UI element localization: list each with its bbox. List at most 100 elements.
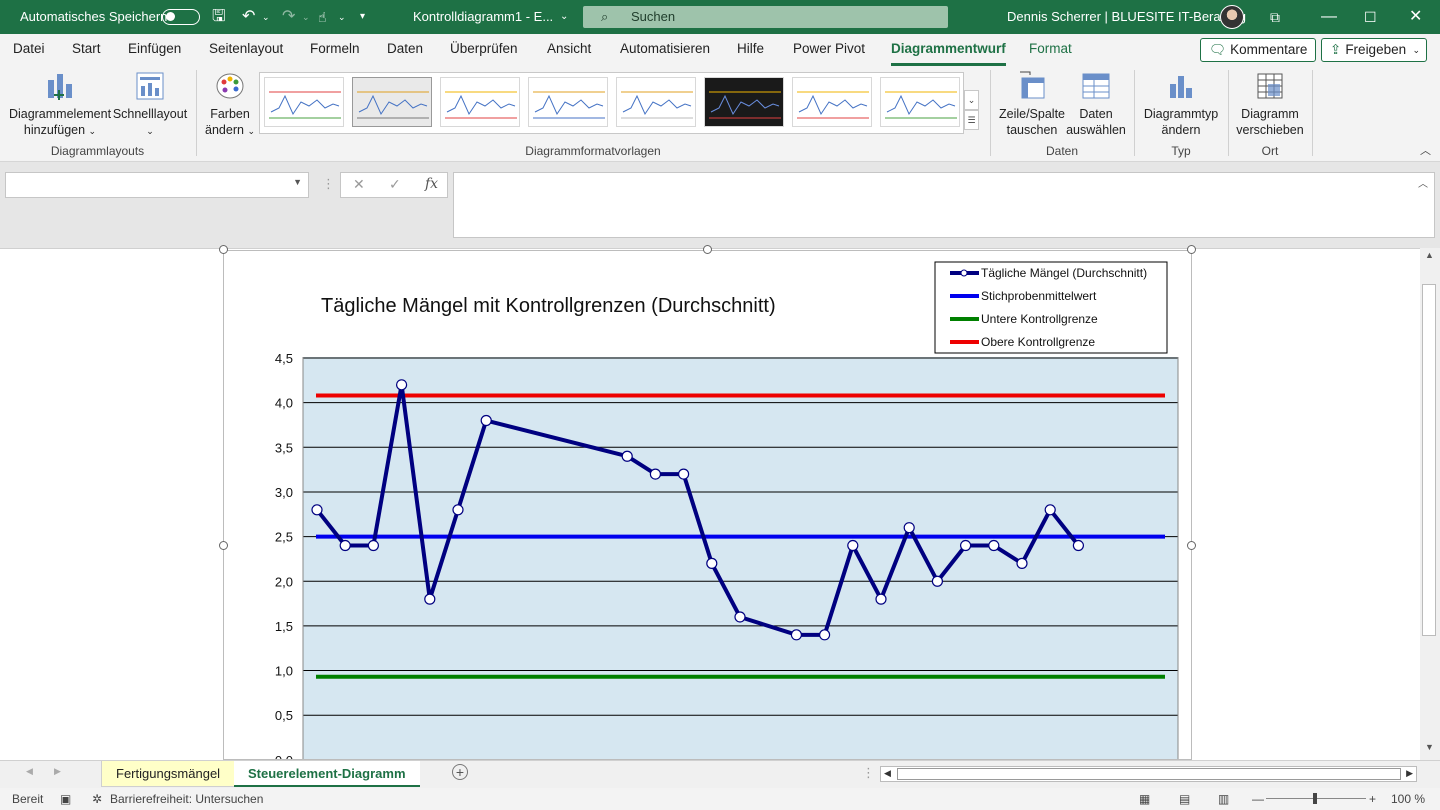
resize-handle[interactable] (703, 245, 712, 254)
chart-style-7[interactable] (792, 77, 872, 127)
close-icon[interactable]: ✕ (1409, 0, 1422, 34)
tab-hilfe[interactable]: Hilfe (737, 34, 764, 66)
data-point[interactable] (424, 593, 436, 605)
change-colors-button[interactable]: Farben ändern ⌄ (202, 70, 258, 139)
formula-bar-grip-icon[interactable]: ⋮ (322, 176, 335, 192)
zoom-slider-thumb[interactable] (1313, 793, 1317, 804)
touch-mode-icon[interactable]: ☝ (318, 0, 327, 34)
data-point[interactable] (790, 629, 803, 641)
insert-function-icon[interactable]: fx (425, 176, 438, 192)
zoom-out-icon[interactable]: — (1252, 792, 1264, 806)
tab-seitenlayout[interactable]: Seitenlayout (209, 34, 283, 66)
macro-record-icon[interactable]: ▣ (60, 792, 71, 806)
scroll-down-icon[interactable]: ▼ (1425, 742, 1434, 752)
tab-einfuegen[interactable]: Einfügen (128, 34, 181, 66)
zoom-level[interactable]: 100 % (1391, 792, 1425, 806)
data-point[interactable] (311, 504, 323, 516)
save-icon[interactable]: 🖫 (212, 0, 226, 34)
data-point[interactable] (706, 557, 718, 569)
search-input[interactable]: ⌕ Suchen (583, 6, 948, 28)
data-point[interactable] (649, 468, 661, 480)
resize-handle[interactable] (219, 541, 228, 550)
plot-area[interactable] (303, 357, 1178, 759)
tab-format[interactable]: Format (1029, 34, 1072, 66)
scroll-thumb[interactable] (1422, 284, 1436, 636)
undo-icon[interactable]: ↶ (242, 0, 255, 34)
customize-quick-access-icon[interactable]: ▾ (360, 0, 365, 34)
add-sheet-icon[interactable]: + (452, 764, 468, 780)
select-data-button[interactable]: Daten auswählen (1066, 70, 1126, 138)
data-point[interactable] (452, 504, 464, 516)
resize-handle[interactable] (1187, 245, 1196, 254)
tab-ansicht[interactable]: Ansicht (547, 34, 591, 66)
data-point[interactable] (396, 379, 408, 391)
data-point[interactable] (818, 629, 831, 641)
cancel-formula-icon[interactable]: ✕ (353, 176, 365, 193)
data-point[interactable] (621, 450, 633, 462)
name-box-dropdown-icon[interactable]: ▼ (293, 177, 302, 187)
horizontal-scrollbar[interactable]: ◀ ▶ (880, 766, 1417, 782)
tab-formeln[interactable]: Formeln (310, 34, 360, 66)
prev-sheet-icon[interactable]: ◀ (26, 766, 33, 777)
scroll-left-icon[interactable]: ◀ (884, 768, 891, 779)
resize-handle[interactable] (1187, 541, 1196, 550)
move-chart-button[interactable]: Diagramm verschieben (1234, 70, 1306, 138)
undo-dropdown-icon[interactable]: ⌄ (262, 0, 270, 34)
data-point[interactable] (931, 575, 944, 587)
data-point[interactable] (480, 414, 492, 427)
add-chart-element-button[interactable]: Diagrammelement hinzufügen ⌄ (8, 70, 112, 139)
collapse-formula-bar-icon[interactable]: ︿ (1418, 175, 1428, 190)
tab-start[interactable]: Start (72, 34, 101, 66)
title-dropdown-icon[interactable]: ⌄ (560, 0, 568, 34)
chart-style-3[interactable] (440, 77, 520, 127)
vertical-scrollbar[interactable]: ▲ ▼ (1420, 248, 1440, 760)
normal-view-icon[interactable]: ▦ (1139, 792, 1150, 806)
accessibility-status[interactable]: Barrierefreiheit: Untersuchen (110, 792, 263, 806)
maximize-icon[interactable]: ☐ (1364, 0, 1377, 34)
accessibility-icon[interactable]: ✲ (92, 792, 102, 806)
quick-layout-button[interactable]: Schnelllayout ⌄ (112, 70, 188, 139)
name-box[interactable]: ▼ (5, 172, 309, 198)
tab-datei[interactable]: Datei (13, 34, 45, 66)
chart-style-4[interactable] (528, 77, 608, 127)
autosave-toggle[interactable] (162, 9, 200, 25)
switch-row-column-button[interactable]: Zeile/Spalte tauschen (996, 70, 1068, 138)
tab-daten[interactable]: Daten (387, 34, 423, 66)
confirm-formula-icon[interactable]: ✓ (389, 176, 401, 193)
comments-button[interactable]: 🗨 Kommentare (1200, 38, 1317, 62)
avatar[interactable] (1220, 5, 1244, 29)
tab-diagrammentwurf[interactable]: Diagrammentwurf (891, 34, 1006, 66)
minimize-icon[interactable]: — (1321, 0, 1337, 34)
next-sheet-icon[interactable]: ▶ (54, 766, 61, 777)
chart-style-8[interactable] (880, 77, 960, 127)
data-point[interactable] (339, 539, 351, 552)
scroll-right-icon[interactable]: ▶ (1406, 768, 1413, 779)
formula-input[interactable]: ︿ (453, 172, 1435, 238)
change-chart-type-button[interactable]: Diagrammtyp ändern (1140, 70, 1222, 138)
data-point[interactable] (847, 539, 859, 552)
tab-power-pivot[interactable]: Power Pivot (793, 34, 865, 66)
page-break-view-icon[interactable]: ▥ (1218, 792, 1229, 806)
tab-ueberpruefen[interactable]: Überprüfen (450, 34, 518, 66)
data-point[interactable] (988, 539, 1000, 552)
touch-dropdown-icon[interactable]: ⌄ (338, 0, 346, 34)
chart-style-5[interactable] (616, 77, 696, 127)
tab-splitter-icon[interactable]: ⋮ (862, 765, 875, 781)
collapse-ribbon-icon[interactable]: ︿ (1420, 142, 1431, 158)
chart-style-1[interactable] (264, 77, 344, 127)
redo-dropdown-icon[interactable]: ⌄ (302, 0, 310, 34)
sheet-tab-steuerelement-diagramm[interactable]: Steuerelement-Diagramm (234, 761, 420, 787)
gallery-scroll-down-icon[interactable]: ⌄ (964, 90, 979, 110)
data-point[interactable] (875, 593, 887, 605)
data-point[interactable] (959, 539, 972, 552)
chart-style-2[interactable] (352, 77, 432, 127)
chart-title[interactable]: Tägliche Mängel mit Kontrollgrenzen (Dur… (321, 295, 776, 317)
scroll-up-icon[interactable]: ▲ (1425, 250, 1434, 260)
data-point[interactable] (1044, 504, 1056, 516)
redo-icon[interactable]: ↷ (282, 0, 295, 34)
data-point[interactable] (1072, 539, 1085, 552)
data-point[interactable] (1016, 557, 1028, 569)
sheet-tab-fertigungsmaengel[interactable]: Fertigungsmängel (101, 761, 236, 787)
data-point[interactable] (678, 468, 690, 480)
share-button[interactable]: ⇪ Freigeben ⌄ (1321, 38, 1427, 62)
